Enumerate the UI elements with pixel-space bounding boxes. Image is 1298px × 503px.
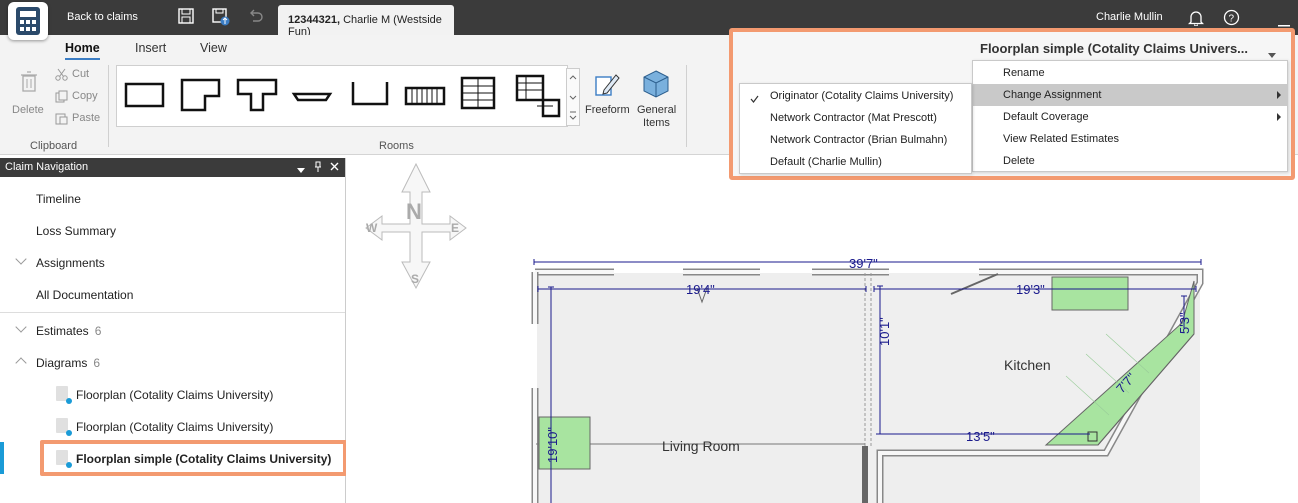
freeform-button[interactable]: Freeform xyxy=(585,104,630,116)
delete-button[interactable]: Delete xyxy=(12,104,44,116)
dim-right: 19'3" xyxy=(1016,282,1045,297)
menu-delete[interactable]: Delete xyxy=(973,150,1287,172)
rooms-group-label: Rooms xyxy=(379,140,414,152)
rooms-gallery xyxy=(116,65,568,127)
cut-button[interactable]: Cut xyxy=(72,68,89,80)
panel-dropdown-icon[interactable] xyxy=(297,164,305,176)
cut-icon xyxy=(55,68,68,84)
chevron-down-icon xyxy=(1268,46,1276,61)
nav-estimates[interactable]: Estimates 6 xyxy=(36,324,101,338)
diagram-item[interactable]: Floorplan (Cotality Claims University) xyxy=(76,388,273,402)
general-items-label-2[interactable]: Items xyxy=(643,117,670,129)
clipboard-group-label: Clipboard xyxy=(30,140,78,152)
nav-diagrams-label: Diagrams xyxy=(36,356,88,370)
undo-icon[interactable] xyxy=(248,8,264,27)
diagram-dropdown-label: Floorplan simple (Cotality Claims Univer… xyxy=(980,41,1249,56)
claim-number: 12344321, xyxy=(288,14,340,26)
general-items-icon xyxy=(642,69,670,102)
bell-icon[interactable] xyxy=(1187,9,1205,29)
estimates-count: 6 xyxy=(94,324,102,338)
claim-tab[interactable]: 12344321, Charlie M (Westside Fun) xyxy=(278,5,454,38)
menu-change-assignment-label: Change Assignment xyxy=(1003,89,1102,101)
trash-icon xyxy=(20,71,38,96)
room-open-rect-icon xyxy=(351,82,389,106)
room-t-shape-icon xyxy=(236,78,278,112)
close-icon[interactable] xyxy=(330,162,339,174)
nav-diagrams[interactable]: Diagrams 6 xyxy=(36,356,100,370)
submenu-network-contractor-mat[interactable]: Network Contractor (Mat Prescott) xyxy=(740,107,971,129)
menu-rename[interactable]: Rename xyxy=(973,62,1287,84)
room-trapezoid-icon xyxy=(291,92,333,102)
dim-wall: 19'10" xyxy=(545,427,560,463)
room-label-living-room: Living Room xyxy=(662,438,740,454)
general-items-label-1[interactable]: General xyxy=(637,104,676,116)
room-rectangle-icon xyxy=(124,82,165,108)
chevron-down-icon[interactable] xyxy=(15,321,27,333)
tab-view[interactable]: View xyxy=(200,41,227,55)
menu-default-coverage[interactable]: Default Coverage xyxy=(973,106,1287,128)
tab-insert[interactable]: Insert xyxy=(135,41,166,55)
nav-all-documentation[interactable]: All Documentation xyxy=(36,288,133,302)
pin-icon[interactable] xyxy=(314,161,322,175)
menu-default-coverage-label: Default Coverage xyxy=(1003,111,1089,123)
nav-estimates-label: Estimates xyxy=(36,324,89,338)
compass-s: S xyxy=(411,272,419,286)
copy-button[interactable]: Copy xyxy=(72,90,98,102)
room-stairs-l-icon xyxy=(515,74,561,118)
diagrams-count: 6 xyxy=(93,356,101,370)
floorplan xyxy=(531,268,1204,503)
submenu-default[interactable]: Default (Charlie Mullin) xyxy=(740,151,971,173)
back-to-claims-link[interactable]: Back to claims xyxy=(67,11,138,23)
dim-bottom: 13'5" xyxy=(966,429,995,444)
claim-navigation-title: Claim Navigation xyxy=(5,161,89,173)
app-logo[interactable] xyxy=(8,2,48,40)
help-icon[interactable]: ? xyxy=(1223,9,1240,29)
dim-side: 5'3" xyxy=(1177,312,1192,334)
tab-home[interactable]: Home xyxy=(65,41,100,60)
dim-height: 10'1" xyxy=(877,317,892,346)
room-l-shape-icon xyxy=(180,78,221,112)
copy-icon xyxy=(55,90,68,106)
dim-overall: 39'7" xyxy=(849,256,878,271)
compass-e: E xyxy=(451,221,459,235)
save-upload-icon[interactable] xyxy=(212,8,230,29)
nav-loss-summary[interactable]: Loss Summary xyxy=(36,224,116,238)
room-label-kitchen: Kitchen xyxy=(1004,357,1051,373)
nav-timeline[interactable]: Timeline xyxy=(36,192,81,206)
claim-navigation-header: Claim Navigation xyxy=(0,158,345,177)
diagram-canvas[interactable]: N S E W 39'7" 19'4" 19'3" 10'1" 13'5" 19… xyxy=(346,156,1298,503)
submenu-network-contractor-brian[interactable]: Network Contractor (Brian Bulmahn) xyxy=(740,129,971,151)
chevron-down-icon[interactable] xyxy=(15,253,27,265)
context-menu: Rename Change Assignment Default Coverag… xyxy=(972,60,1288,172)
submenu-arrow-icon xyxy=(1277,91,1281,99)
document-icon xyxy=(56,386,72,404)
menu-change-assignment[interactable]: Change Assignment xyxy=(973,84,1287,106)
compass-w: W xyxy=(366,221,378,235)
submenu-originator[interactable]: Originator (Cotality Claims University) xyxy=(740,85,971,107)
gallery-scroll[interactable] xyxy=(566,68,580,126)
assignment-submenu: Originator (Cotality Claims University) … xyxy=(739,83,972,174)
user-name[interactable]: Charlie Mullin xyxy=(1096,11,1163,23)
freeform-icon xyxy=(594,71,620,102)
document-icon xyxy=(56,418,72,436)
selected-diagram-highlight xyxy=(40,440,347,476)
svg-text:?: ? xyxy=(1229,14,1235,25)
menu-view-related-estimates[interactable]: View Related Estimates xyxy=(973,128,1287,150)
chevron-up-icon[interactable] xyxy=(15,357,27,369)
dim-left: 19'4" xyxy=(686,282,715,297)
compass-n: N xyxy=(406,199,422,224)
submenu-arrow-icon xyxy=(1277,113,1281,121)
diagram-dropdown[interactable]: Floorplan simple (Cotality Claims Univer… xyxy=(970,38,1288,58)
diagram-item[interactable]: Floorplan (Cotality Claims University) xyxy=(76,420,273,434)
nav-assignments[interactable]: Assignments xyxy=(36,256,105,270)
paste-button[interactable]: Paste xyxy=(72,112,100,124)
save-icon[interactable] xyxy=(178,8,194,27)
paste-icon xyxy=(55,112,68,128)
